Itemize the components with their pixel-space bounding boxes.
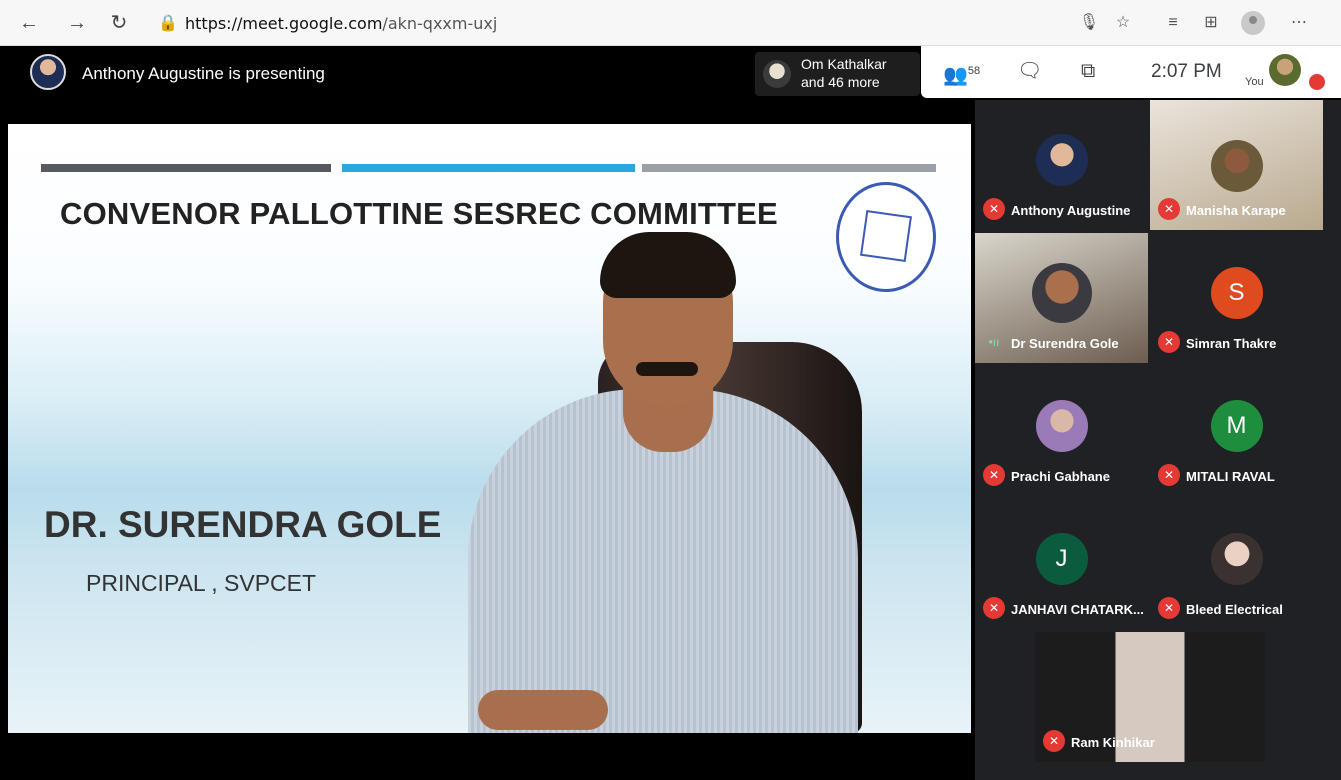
participant-tile[interactable]: M ✕ MITALI RAVAL bbox=[1150, 366, 1323, 496]
people-icon: 👥 bbox=[943, 64, 968, 87]
participant-video bbox=[1031, 263, 1092, 323]
mic-off-icon: ✕ bbox=[983, 198, 1005, 220]
person-mustache bbox=[636, 362, 698, 376]
participant-avatar: J bbox=[1035, 533, 1088, 585]
you-label: You bbox=[1245, 76, 1264, 88]
mic-off-icon: ✕ bbox=[1158, 597, 1180, 619]
mic-off-icon: ✕ bbox=[1158, 198, 1180, 220]
clock-time: 2:07 PM bbox=[1151, 61, 1222, 82]
others-line1: Om Kathalkar bbox=[801, 56, 887, 72]
participant-tile[interactable]: ✕ Prachi Gabhane bbox=[975, 366, 1148, 496]
url-text[interactable]: https://meet.google.com/akn-qxxm-uxj bbox=[185, 14, 497, 33]
participant-tile[interactable]: ✕ Manisha Karape bbox=[1150, 100, 1323, 230]
chat-icon[interactable]: 🗨 bbox=[1017, 58, 1042, 84]
participant-tile[interactable]: •ıı Dr Surendra Gole bbox=[975, 233, 1148, 363]
self-avatar[interactable] bbox=[1269, 54, 1301, 86]
participant-avatar bbox=[1035, 400, 1088, 452]
meet-controls: 👥58 🗨 ⧉ 2:07 PM You bbox=[921, 46, 1341, 98]
presentation-slide: CONVENOR PALLOTTINE SESREC COMMITTEE DR.… bbox=[8, 124, 971, 733]
back-arrow-icon[interactable]: ← bbox=[16, 10, 42, 36]
slide-bar-dark bbox=[41, 164, 331, 172]
participant-name: Prachi Gabhane bbox=[1011, 469, 1110, 484]
participant-avatar: S bbox=[1210, 267, 1263, 319]
more-options-icon[interactable]: ⋯ bbox=[1286, 10, 1312, 36]
mic-off-icon: ✕ bbox=[1043, 730, 1065, 752]
speaker-role: PRINCIPAL , SVPCET bbox=[86, 570, 317, 596]
collections-icon[interactable]: ⊞ bbox=[1198, 10, 1224, 36]
mic-off-icon: ✕ bbox=[983, 464, 1005, 486]
other-participant-avatar bbox=[763, 60, 791, 88]
address-bar[interactable]: 🔒 https://meet.google.com/akn-qxxm-uxj bbox=[150, 8, 1070, 38]
participant-name: Bleed Electrical bbox=[1186, 602, 1283, 617]
college-logo bbox=[836, 182, 936, 292]
screen: { "browser": { "back_icon": "back-arrow-… bbox=[0, 0, 1341, 780]
speaker-name: DR. SURENDRA GOLE bbox=[44, 504, 442, 545]
participant-avatar bbox=[1035, 134, 1088, 186]
participant-name: Anthony Augustine bbox=[1011, 203, 1131, 218]
mic-off-icon bbox=[1309, 74, 1325, 90]
slide-title: CONVENOR PALLOTTINE SESREC COMMITTEE bbox=[60, 196, 778, 231]
other-participants-chip[interactable]: Om Kathalkar and 46 more bbox=[755, 52, 920, 96]
participant-avatar: M bbox=[1210, 400, 1263, 452]
participant-avatar bbox=[1210, 533, 1263, 585]
mic-off-icon: ✕ bbox=[983, 597, 1005, 619]
participant-tile[interactable]: ✕ Ram Kinhikar bbox=[1035, 632, 1265, 762]
participant-tile[interactable]: J ✕ JANHAVI CHATARK... bbox=[975, 499, 1148, 629]
participant-name: Manisha Karape bbox=[1186, 203, 1286, 218]
microphone-icon[interactable]: 🎙 bbox=[1076, 10, 1102, 36]
browser-toolbar: ← → ↻ 🔒 https://meet.google.com/akn-qxxm… bbox=[0, 0, 1341, 46]
participant-tile[interactable]: ✕ Bleed Electrical bbox=[1150, 499, 1323, 629]
people-button[interactable]: 👥58 bbox=[943, 58, 981, 87]
speaking-indicator-icon: •ıı bbox=[988, 335, 1000, 349]
participant-tile[interactable]: S ✕ Simran Thakre bbox=[1150, 233, 1323, 363]
participant-name: Simran Thakre bbox=[1186, 336, 1277, 351]
participant-tile[interactable]: ✕ Anthony Augustine bbox=[975, 100, 1148, 230]
presenter-avatar bbox=[30, 54, 66, 90]
participant-name: JANHAVI CHATARK... bbox=[1011, 602, 1144, 617]
participant-name: Ram Kinhikar bbox=[1071, 735, 1155, 750]
participant-video bbox=[1210, 140, 1263, 192]
participant-grid: ✕ Anthony Augustine ✕ Manisha Karape •ıı… bbox=[975, 100, 1341, 780]
profile-avatar[interactable] bbox=[1241, 11, 1265, 35]
person-hand bbox=[478, 690, 608, 730]
slide-bar-gray bbox=[642, 164, 936, 172]
participant-count: 58 bbox=[967, 65, 981, 77]
lock-icon[interactable]: 🔒 bbox=[158, 13, 178, 33]
participant-name: MITALI RAVAL bbox=[1186, 469, 1275, 484]
mic-off-icon: ✕ bbox=[1158, 464, 1180, 486]
activities-icon[interactable]: ⧉ bbox=[1081, 58, 1095, 84]
slide-bar-blue bbox=[342, 164, 635, 172]
forward-arrow-icon[interactable]: → bbox=[64, 10, 90, 36]
presenting-status: Anthony Augustine is presenting bbox=[82, 64, 325, 83]
mic-off-icon: ✕ bbox=[1158, 331, 1180, 353]
refresh-icon[interactable]: ↻ bbox=[106, 10, 132, 36]
meet-header: Anthony Augustine is presenting Om Katha… bbox=[0, 46, 1341, 100]
others-line2: and 46 more bbox=[801, 74, 880, 90]
participant-name: Dr Surendra Gole bbox=[1011, 336, 1119, 351]
favorites-list-icon[interactable]: ≡ bbox=[1160, 10, 1186, 36]
person-hair bbox=[600, 232, 736, 298]
favorite-star-icon[interactable]: ☆ bbox=[1110, 10, 1136, 36]
